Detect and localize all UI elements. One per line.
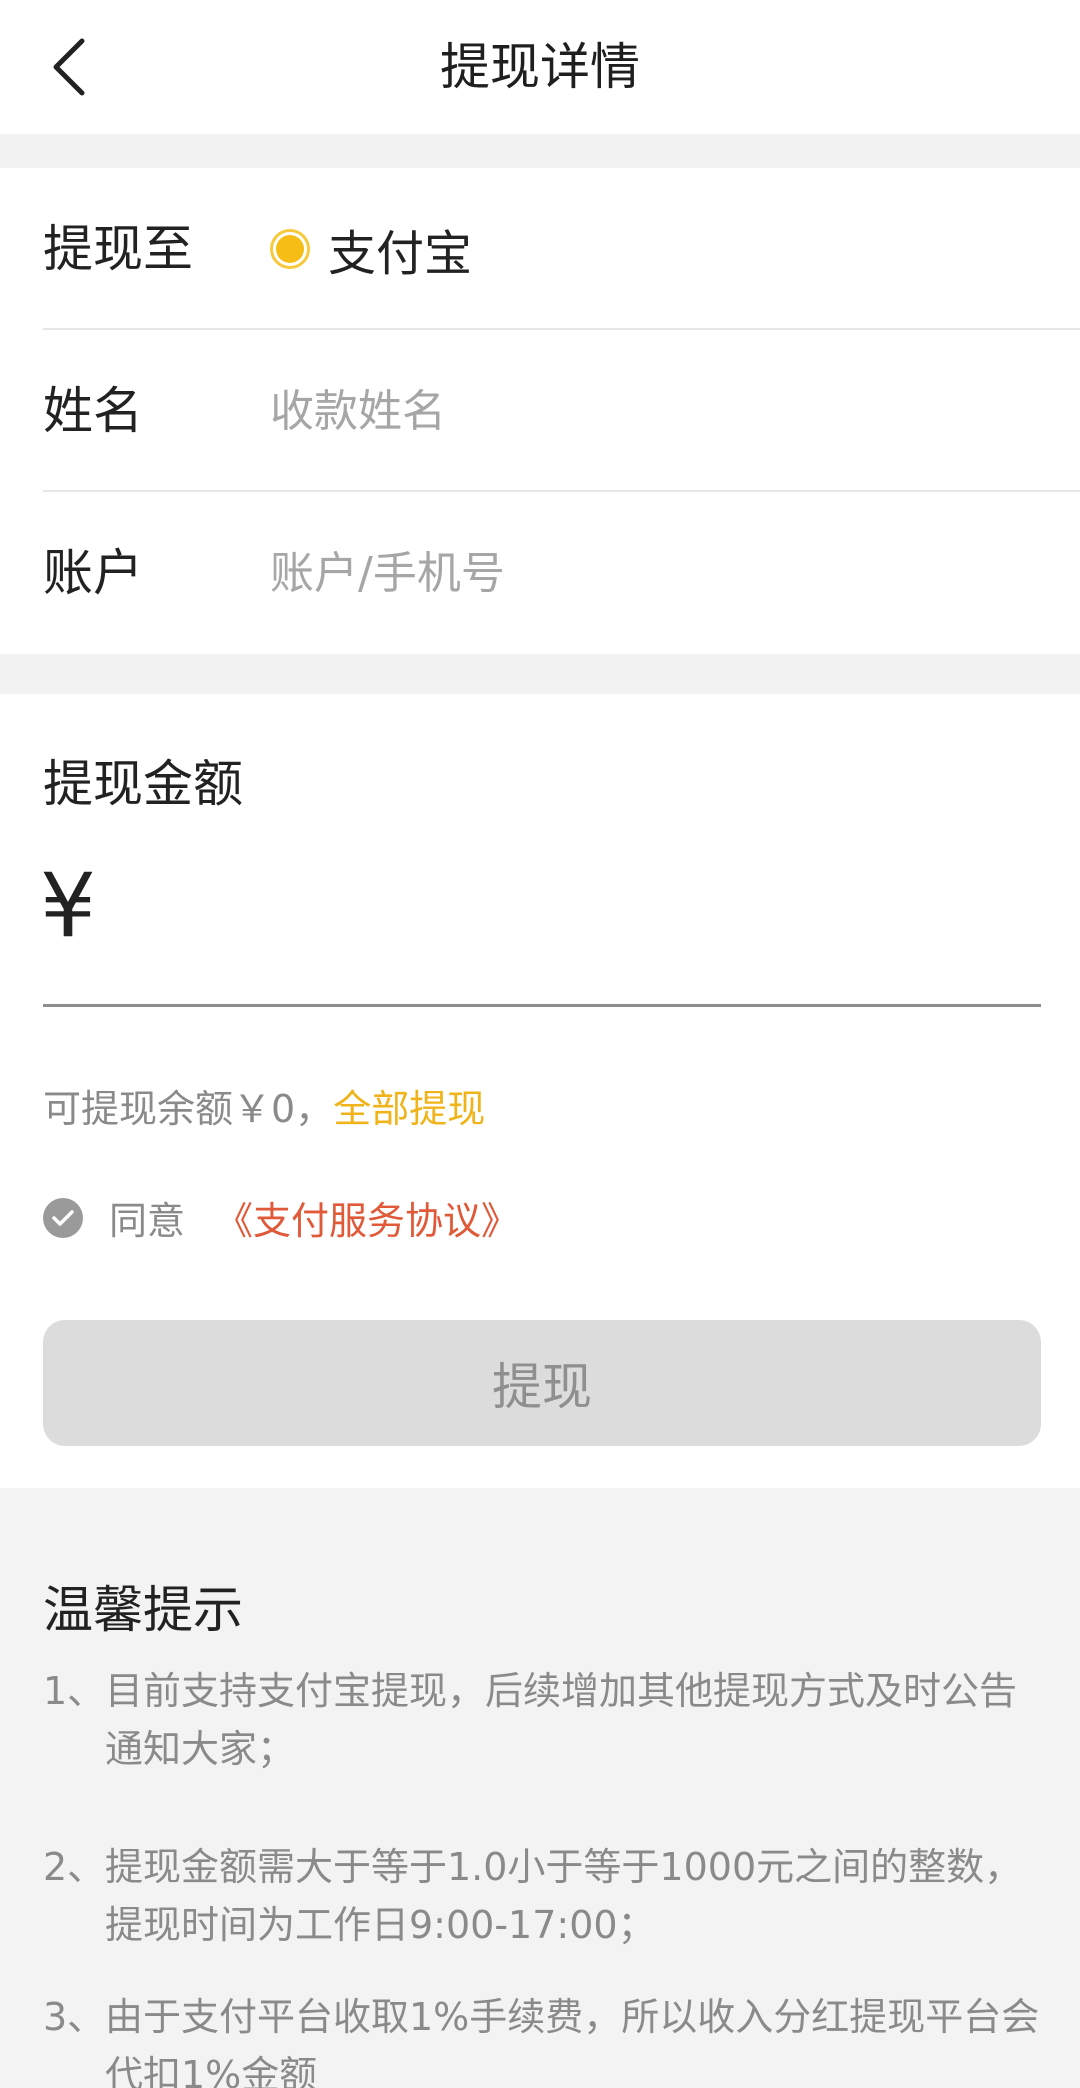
tip-item: 2、 提现金额需大于等于1.0小于等于1000元之间的整数，提现时间为工作日9:… [43,1845,1023,1947]
account-row: 账户 [0,492,1080,654]
payment-agreement-link[interactable]: 《支付服务协议》 [215,1190,519,1245]
section-gap [0,654,1080,694]
agree-text: 同意 [109,1199,186,1243]
name-label: 姓名 [43,382,143,440]
amount-section: 提现金额 ¥ 可提现余额￥0， 全部提现 同意 《支付服务协议》 提现 [0,694,1080,1488]
page-title: 提现详情 [440,38,640,96]
back-button[interactable] [28,24,108,110]
tips-section: 温馨提示 1、 目前支持支付宝提现，后续增加其他提现方式及时公告通知大家； 2、… [0,1488,1080,2088]
tips-title: 温馨提示 [43,1581,243,1639]
withdraw-button[interactable]: 提现 [43,1320,1041,1446]
alipay-option[interactable]: 支付宝 [270,168,1080,330]
check-icon [52,1209,74,1226]
name-row: 姓名 [0,330,1080,492]
radio-selected-icon[interactable] [270,229,310,269]
withdraw-method-label: 提现至 [43,220,193,278]
withdraw-all-link[interactable]: 全部提现 [333,1078,485,1133]
amount-title: 提现金额 [43,755,243,813]
chevron-left-icon [53,38,85,96]
name-input[interactable] [270,371,1030,451]
account-label: 账户 [43,544,143,602]
section-gap [0,134,1080,168]
agree-checkbox[interactable] [43,1197,83,1238]
account-input[interactable] [270,533,1030,613]
agreement-line: 同意 《支付服务协议》 [43,1190,519,1245]
alipay-label: 支付宝 [328,226,473,282]
top-bar: 提现详情 [0,0,1080,134]
available-balance-text: 可提现余额￥0， [43,1087,334,1131]
tip-item: 3、 由于支付平台收取1%手续费，所以收入分红提现平台会代扣1%金额 [43,1995,1040,2088]
withdraw-method-row: 提现至 支付宝 [0,168,1080,330]
amount-underline [43,1004,1041,1007]
balance-line: 可提现余额￥0， 全部提现 [43,1078,485,1133]
amount-input[interactable] [140,864,1030,974]
currency-symbol: ¥ [40,854,96,957]
withdraw-page: 提现详情 提现至 支付宝 姓名 账户 提现金额 ¥ 可提现余额￥0，全部提现 [0,0,1080,2088]
tip-item: 1、 目前支持支付宝提现，后续增加其他提现方式及时公告通知大家； [43,1669,1018,1771]
